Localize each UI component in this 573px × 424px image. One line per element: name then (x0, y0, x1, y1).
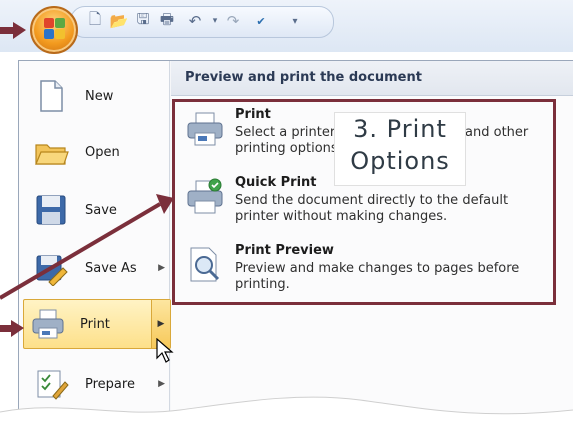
arrow-to-office-button (0, 22, 26, 39)
word-office-menu-screenshot: 🗋 📂 🖫 🖶 ↶ ▾ ↷ ✔ ▾ New Open Save Save As … (0, 0, 573, 424)
arrow-to-print-item (0, 320, 24, 337)
mouse-cursor-icon (156, 338, 174, 363)
arrow-to-print-options (0, 194, 174, 300)
annotation-arrows (0, 22, 174, 337)
torn-page-edge (0, 396, 573, 424)
